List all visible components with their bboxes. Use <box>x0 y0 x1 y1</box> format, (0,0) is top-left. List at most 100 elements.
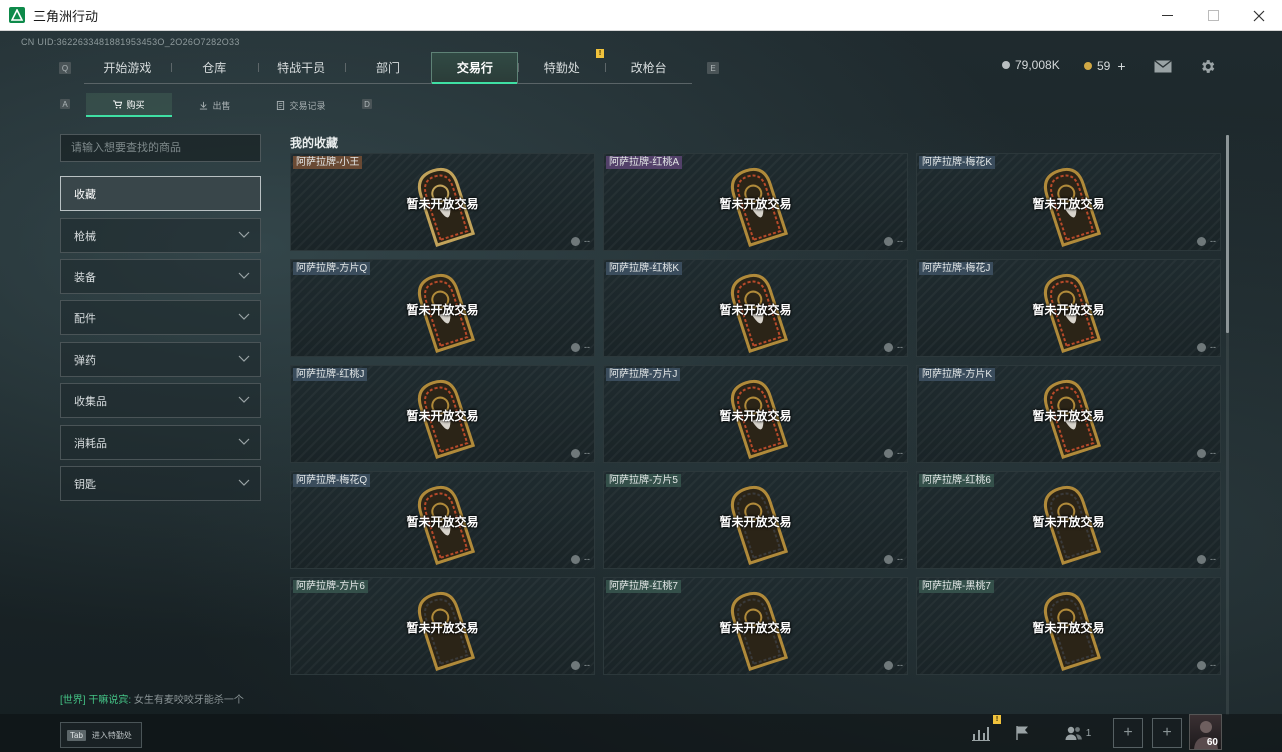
friends-icon <box>1065 726 1082 740</box>
item-name-tag: 阿萨拉牌-小王 <box>293 156 363 169</box>
game-viewport: CN UID:3622633481881953453O_2O26O7282O33… <box>0 31 1282 752</box>
chevron-down-icon <box>238 438 250 445</box>
item-price: -- <box>1197 554 1216 564</box>
sell-icon <box>200 101 208 110</box>
item-price: -- <box>884 236 903 246</box>
chevron-down-icon <box>238 231 250 238</box>
tab-special-ops[interactable]: 特勤处 <box>518 52 605 83</box>
category-consumables[interactable]: 消耗品 <box>60 425 261 460</box>
enter-special-ops-button[interactable]: Tab 进入特勤处 <box>60 722 142 748</box>
nav-next-key-hint: E <box>707 62 719 74</box>
subtab-buy[interactable]: 购买 <box>86 93 172 117</box>
favorite-item-card[interactable]: 阿萨拉牌-梅花Q 暂未开放交易 -- <box>290 471 595 569</box>
subtab-sell[interactable]: 出售 <box>172 93 258 117</box>
subnav-next-key-hint: D <box>362 99 372 109</box>
friends-button[interactable]: 1 <box>1060 717 1096 749</box>
bar-chart-icon <box>972 727 990 741</box>
item-price: -- <box>1197 236 1216 246</box>
tab-department[interactable]: 部门 <box>344 52 432 83</box>
coin-icon <box>1197 342 1206 352</box>
favorite-item-card[interactable]: 阿萨拉牌-梅花J 暂未开放交易 -- <box>916 259 1221 357</box>
item-search-input[interactable] <box>60 134 261 162</box>
app-logo-icon <box>9 7 25 23</box>
favorite-item-card[interactable]: 阿萨拉牌-方片5 暂未开放交易 -- <box>603 471 908 569</box>
favorite-item-card[interactable]: 阿萨拉牌-黑桃7 暂未开放交易 -- <box>916 577 1221 675</box>
item-price: -- <box>571 660 590 670</box>
favorite-item-card[interactable]: 阿萨拉牌-梅花K 暂未开放交易 -- <box>916 153 1221 251</box>
settings-button[interactable] <box>1196 55 1218 77</box>
category-attachments[interactable]: 配件 <box>60 300 261 335</box>
favorite-item-card[interactable]: 阿萨拉牌-方片J 暂未开放交易 -- <box>603 365 908 463</box>
item-name-tag: 阿萨拉牌-红桃K <box>606 262 682 275</box>
subtab-trade-history[interactable]: 交易记录 <box>258 93 344 117</box>
gold-amount: 59 <box>1097 59 1111 73</box>
nav-prev-key-hint: Q <box>59 62 71 74</box>
favorite-item-card[interactable]: 阿萨拉牌-小王 暂未开放交易 -- <box>290 153 595 251</box>
item-name-tag: 阿萨拉牌-黑桃7 <box>919 580 994 593</box>
add-gold-button[interactable]: + <box>1117 58 1125 74</box>
cart-icon <box>113 99 123 108</box>
window-title: 三角洲行动 <box>33 8 99 24</box>
favorite-item-card[interactable]: 阿萨拉牌-红桃K 暂未开放交易 -- <box>603 259 908 357</box>
invite-slot-2[interactable]: + <box>1152 718 1182 748</box>
record-icon <box>277 100 285 110</box>
item-name-tag: 阿萨拉牌-方片J <box>606 368 681 381</box>
gold-coin-icon <box>1084 62 1092 70</box>
trade-status-text: 暂未开放交易 <box>719 409 792 423</box>
trade-status-text: 暂未开放交易 <box>406 303 479 317</box>
tab-start-game[interactable]: 开始游戏 <box>84 52 171 83</box>
category-firearms[interactable]: 枪械 <box>60 218 261 253</box>
gold-currency: 59 + <box>1084 58 1126 74</box>
coin-icon <box>571 342 580 352</box>
coin-icon <box>884 660 893 670</box>
favorite-item-card[interactable]: 阿萨拉牌-方片Q 暂未开放交易 -- <box>290 259 595 357</box>
tab-warehouse[interactable]: 仓库 <box>170 52 258 83</box>
category-keys[interactable]: 钥匙 <box>60 466 261 501</box>
favorite-item-card[interactable]: 阿萨拉牌-方片6 暂未开放交易 -- <box>290 577 595 675</box>
item-name-tag: 阿萨拉牌-红桃A <box>606 156 682 169</box>
item-price: -- <box>1197 342 1216 352</box>
favorites-grid: 阿萨拉牌-小王 暂未开放交易 -- 阿萨拉牌-红桃A 暂未开放交易 -- 阿萨拉牌-梅花K 暂… <box>290 153 1221 715</box>
category-favorites[interactable]: 收藏 <box>60 176 261 211</box>
trade-status-text: 暂未开放交易 <box>1032 515 1105 529</box>
category-collectibles[interactable]: 收集品 <box>60 383 261 418</box>
item-price: -- <box>884 554 903 564</box>
category-ammo[interactable]: 弹药 <box>60 342 261 377</box>
mail-button[interactable] <box>1152 55 1174 77</box>
item-price: -- <box>571 448 590 458</box>
tab-trading-house[interactable]: 交易行 <box>431 52 519 84</box>
coin-icon <box>1197 660 1206 670</box>
minimize-button[interactable] <box>1144 0 1190 31</box>
item-price: -- <box>1197 660 1216 670</box>
tab-gunsmith[interactable]: 改枪台 <box>605 52 692 83</box>
item-name-tag: 阿萨拉牌-红桃7 <box>606 580 681 593</box>
trade-status-text: 暂未开放交易 <box>1032 409 1105 423</box>
chat-user: 干嘛说宾: <box>88 695 132 706</box>
invite-slot-1[interactable]: + <box>1113 718 1143 748</box>
scrollbar-thumb[interactable] <box>1226 135 1229 333</box>
item-price: -- <box>884 342 903 352</box>
category-equipment[interactable]: 装备 <box>60 259 261 294</box>
favorite-item-card[interactable]: 阿萨拉牌-红桃J 暂未开放交易 -- <box>290 365 595 463</box>
favorite-item-card[interactable]: 阿萨拉牌-红桃6 暂未开放交易 -- <box>916 471 1221 569</box>
chat-channel: [世界] <box>60 695 86 706</box>
tab-operators[interactable]: 特战干员 <box>257 52 345 83</box>
maximize-icon <box>1207 10 1219 21</box>
favorite-item-card[interactable]: 阿萨拉牌-红桃A 暂未开放交易 -- <box>603 153 908 251</box>
gear-icon <box>1201 59 1214 73</box>
favorite-item-card[interactable]: 阿萨拉牌-方片K 暂未开放交易 -- <box>916 365 1221 463</box>
minimize-icon <box>1161 15 1173 16</box>
coin-icon <box>571 448 580 458</box>
item-price: -- <box>571 342 590 352</box>
world-chat-line[interactable]: [世界] 干嘛说宾: 女生有麦咬咬牙能杀一个 <box>60 691 244 706</box>
close-icon <box>1253 10 1265 21</box>
close-button[interactable] <box>1236 0 1282 31</box>
trade-status-text: 暂未开放交易 <box>719 621 792 635</box>
trade-status-text: 暂未开放交易 <box>1032 303 1105 317</box>
player-avatar[interactable]: 60 <box>1189 714 1222 750</box>
maximize-button[interactable] <box>1190 0 1236 31</box>
flag-button[interactable] <box>1007 717 1039 749</box>
item-name-tag: 阿萨拉牌-红桃6 <box>919 474 994 487</box>
silver-coin-icon <box>1002 61 1010 69</box>
favorite-item-card[interactable]: 阿萨拉牌-红桃7 暂未开放交易 -- <box>603 577 908 675</box>
